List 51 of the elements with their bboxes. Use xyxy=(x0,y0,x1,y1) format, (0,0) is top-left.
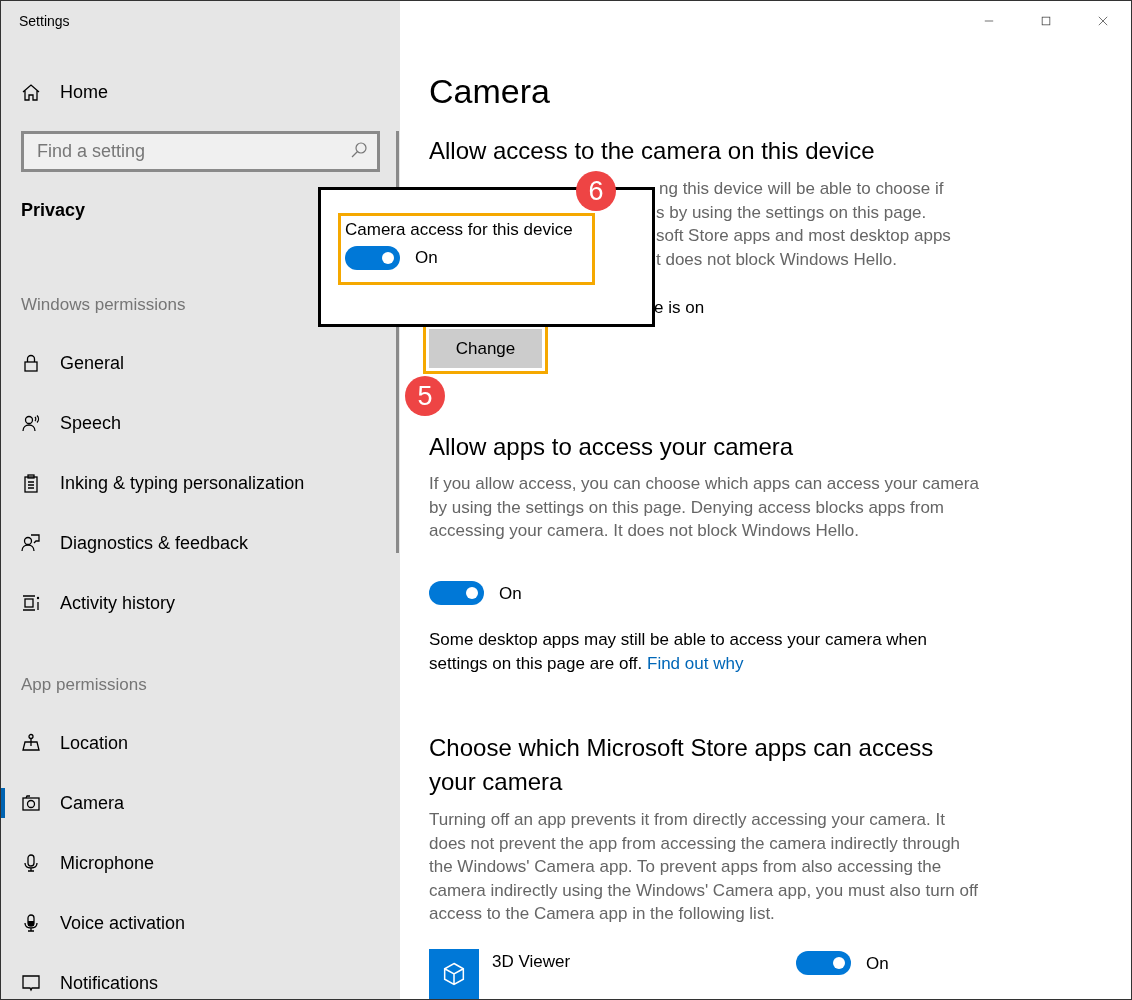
person-feedback-icon xyxy=(21,533,41,553)
change-button[interactable]: Change xyxy=(429,329,542,368)
page-title: Camera xyxy=(429,71,551,112)
note-text: Some desktop apps may still be able to access your camera when settings on this page are off. Find out why xyxy=(429,629,928,675)
popup-label: Camera access for this device xyxy=(345,219,574,241)
section-heading: Allow access to the camera on this device xyxy=(429,136,876,166)
app-name: 3D Viewer xyxy=(492,950,572,973)
description-text: If you allow access, you can choose which apps can access your camera by using the settings on this page. Denying access blocks apps from accessing your camera. It does not block Windows Hello. xyxy=(429,473,980,542)
window-title: Settings xyxy=(18,11,71,31)
clipboard-icon xyxy=(21,473,41,493)
search-field[interactable]: Find a setting xyxy=(21,131,380,172)
group-heading: App permissions xyxy=(20,674,148,696)
microphone-icon xyxy=(21,913,41,933)
description-text: ng this device will be able to choose if xyxy=(659,179,944,198)
location-icon xyxy=(21,733,41,753)
toggle-label: On xyxy=(866,952,889,975)
status-text: e is on xyxy=(654,298,705,317)
sidebar-item[interactable]: Speech xyxy=(1,393,130,453)
toggle-label: On xyxy=(499,582,522,605)
group-heading: Windows permissions xyxy=(20,294,187,316)
message-icon xyxy=(21,973,41,993)
section-title: Privacy xyxy=(20,199,87,222)
description-text: t does not block Windows Hello. xyxy=(656,249,897,269)
find-out-why-link[interactable]: Find out why xyxy=(647,654,744,673)
sidebar-item[interactable]: Diagnostics & feedback xyxy=(1,513,257,573)
toggle-switch[interactable] xyxy=(429,581,484,606)
sidebar-item[interactable]: Voice activation xyxy=(1,893,194,953)
description-text: s by using the settings on this page. xyxy=(656,202,927,222)
toggle-label: On xyxy=(415,247,438,269)
activity-icon xyxy=(21,593,41,613)
sidebar-item[interactable]: Camera xyxy=(1,773,133,833)
person-sound-icon xyxy=(21,413,41,433)
sidebar-item[interactable]: Location xyxy=(1,713,137,773)
home-link[interactable]: Home xyxy=(60,78,108,106)
step-badge: 6 xyxy=(576,171,616,211)
home-icon xyxy=(21,82,41,102)
sidebar-item[interactable]: Inking & typing personalization xyxy=(1,453,313,513)
toggle-switch[interactable] xyxy=(796,951,851,976)
camera-icon xyxy=(21,793,41,813)
sidebar-item[interactable]: Notifications xyxy=(1,953,167,999)
toggle-switch[interactable] xyxy=(345,245,400,270)
section-heading: Choose which Microsoft Store apps can access your camera xyxy=(429,733,935,797)
description-text: soft Store apps and most desktop apps xyxy=(656,226,951,245)
sidebar-item[interactable]: Microphone xyxy=(1,833,163,893)
step-badge: 5 xyxy=(405,376,445,416)
lock-icon xyxy=(21,353,41,373)
microphone-icon xyxy=(21,853,41,873)
section-heading: Allow apps to access your camera xyxy=(429,432,795,462)
description-text: Turning off an app prevents it from directly accessing your camera. It does not prevent the app from accessing the camera indirectly through the Windows' Camera app. To prevent apps from also accessing the camera indirectly using the Windows' Camera app, you must also turn off access to the Camera app in the following list. xyxy=(429,809,980,925)
sidebar-item[interactable]: General xyxy=(1,333,133,393)
sidebar-item[interactable]: Activity history xyxy=(1,573,184,633)
